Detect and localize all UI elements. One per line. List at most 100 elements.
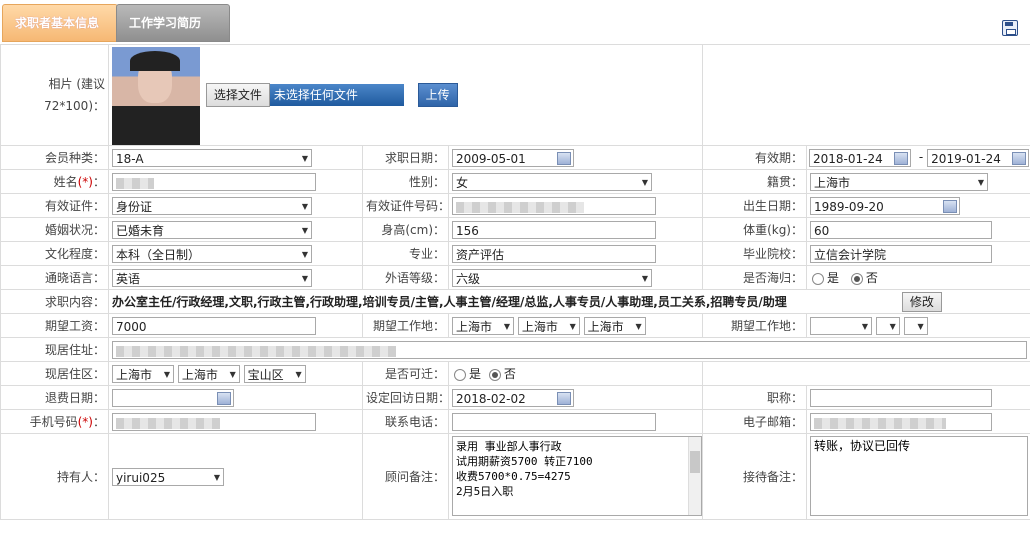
- weight-input[interactable]: 60: [810, 220, 992, 239]
- expected-location2-label: 期望工作地：: [702, 313, 807, 338]
- scrollbar-thumb[interactable]: [690, 451, 700, 473]
- gender-label: 性别：: [362, 169, 449, 194]
- photo-label: 相片 (建议: [48, 77, 106, 91]
- member-type-select[interactable]: 18-A: [112, 148, 312, 167]
- applicant-photo: [112, 47, 200, 145]
- phone-label: 联系电话：: [362, 409, 449, 434]
- id-number-input[interactable]: [452, 196, 656, 215]
- district-empty-cell: [702, 361, 1030, 386]
- photo-label-size: 72*100)：: [44, 99, 105, 113]
- calendar-icon[interactable]: [943, 199, 957, 213]
- major-input[interactable]: 资产评估: [452, 244, 656, 263]
- redacted-text: [116, 177, 154, 189]
- expected-location-select-2[interactable]: 上海市: [517, 316, 580, 335]
- redacted-text: [116, 345, 396, 357]
- returnee-no-label: 否: [865, 271, 878, 285]
- expected-salary-input[interactable]: 7000: [112, 316, 316, 335]
- expected-location2-select-3[interactable]: [903, 316, 928, 335]
- expected-location-select-1[interactable]: 上海市: [452, 316, 514, 335]
- height-input[interactable]: 156: [452, 220, 656, 239]
- edit-job-content-button[interactable]: 修改: [901, 291, 942, 312]
- gender-select[interactable]: 女: [452, 172, 652, 191]
- education-select[interactable]: 本科（全日制）: [112, 244, 312, 263]
- name-input[interactable]: [112, 172, 316, 191]
- marital-label: 婚姻状况：: [0, 217, 109, 242]
- calendar-icon[interactable]: [557, 391, 571, 405]
- relocate-yes-label: 是: [469, 367, 482, 381]
- valid-to-input[interactable]: 2019-01-24: [927, 148, 1030, 167]
- calendar-icon[interactable]: [1012, 151, 1027, 165]
- save-icon[interactable]: [1002, 20, 1018, 36]
- scrollbar[interactable]: [688, 437, 701, 515]
- origin-label: 籍贯：: [702, 169, 807, 194]
- birth-date-input[interactable]: 1989-09-20: [810, 196, 960, 215]
- member-type-label: 会员种类：: [0, 145, 109, 170]
- refund-date-input[interactable]: [112, 388, 234, 407]
- calendar-icon[interactable]: [894, 151, 908, 165]
- tab-resume[interactable]: 工作学习简历: [116, 4, 230, 42]
- major-label: 专业：: [362, 241, 449, 266]
- upload-button[interactable]: 上传: [417, 83, 458, 107]
- weight-label: 体重(kg)：: [702, 217, 807, 242]
- returnee-no-radio[interactable]: [850, 272, 863, 285]
- expected-location2-select-2[interactable]: [875, 316, 900, 335]
- returnee-label: 是否海归：: [702, 265, 807, 290]
- apply-date-label: 求职日期：: [362, 145, 449, 170]
- returnee-yes-radio[interactable]: [812, 272, 824, 285]
- foreign-level-label: 外语等级：: [362, 265, 449, 290]
- district-select-1[interactable]: 上海市: [112, 364, 174, 383]
- consultant-note-textarea[interactable]: 录用 事业部人事行政 试用期薪资5700 转正7100 收费5700*0.75=…: [452, 436, 702, 516]
- mobile-label: 手机号码(*)：: [0, 409, 109, 434]
- email-label: 电子邮箱：: [702, 409, 807, 434]
- school-label: 毕业院校：: [702, 241, 807, 266]
- redacted-text: [116, 417, 220, 429]
- expected-salary-label: 期望工资：: [0, 313, 109, 338]
- reception-note-textarea[interactable]: 转账，协议已回传: [810, 436, 1028, 516]
- valid-period-separator: -: [918, 150, 924, 164]
- photo-empty-cell: [702, 44, 1030, 146]
- relocate-no-label: 否: [503, 367, 516, 381]
- tab-basic-info[interactable]: 求职者基本信息: [2, 4, 118, 42]
- job-content-label: 求职内容：: [0, 289, 109, 314]
- district-select-2[interactable]: 上海市: [177, 364, 240, 383]
- school-input[interactable]: 立信会计学院: [810, 244, 992, 263]
- birth-label: 出生日期：: [702, 193, 807, 218]
- relocate-label: 是否可迁：: [362, 361, 449, 386]
- job-content-value: 办公室主任/行政经理,文职,行政主管,行政助理,培训专员/主管,人事主管/经理/…: [112, 295, 787, 309]
- address-label: 现居住址：: [0, 337, 109, 362]
- origin-select[interactable]: 上海市: [810, 172, 988, 191]
- district-label: 现居住区：: [0, 361, 109, 386]
- callback-date-input[interactable]: 2018-02-02: [452, 388, 574, 407]
- mobile-input[interactable]: [112, 412, 316, 431]
- marital-select[interactable]: 已婚未育: [112, 220, 312, 239]
- required-mark: (*): [77, 175, 93, 189]
- email-input[interactable]: [810, 412, 992, 431]
- relocate-yes-radio[interactable]: [454, 368, 466, 381]
- title-input[interactable]: [810, 388, 992, 407]
- id-type-select[interactable]: 身份证: [112, 196, 312, 215]
- choose-file-button[interactable]: 选择文件: [205, 83, 270, 107]
- photo-label-cell: 相片 (建议 72*100)：: [0, 44, 109, 146]
- redacted-text: [814, 417, 946, 429]
- address-input[interactable]: [112, 340, 1027, 359]
- file-name-display: 未选择任何文件: [269, 84, 404, 106]
- expected-location2-select-1[interactable]: [810, 316, 872, 335]
- calendar-icon[interactable]: [217, 391, 231, 405]
- refund-date-label: 退费日期：: [0, 385, 109, 410]
- photo-cell: 选择文件 未选择任何文件 上传: [108, 44, 703, 146]
- expected-location-label: 期望工作地：: [362, 313, 449, 338]
- expected-location-select-3[interactable]: 上海市: [583, 316, 646, 335]
- owner-select[interactable]: yirui025: [112, 467, 224, 486]
- language-select[interactable]: 英语: [112, 268, 312, 287]
- height-label: 身高(cm)：: [362, 217, 449, 242]
- id-type-label: 有效证件：: [0, 193, 109, 218]
- education-label: 文化程度：: [0, 241, 109, 266]
- calendar-icon[interactable]: [557, 151, 571, 165]
- phone-input[interactable]: [452, 412, 656, 431]
- owner-label: 持有人：: [0, 433, 109, 520]
- district-select-3[interactable]: 宝山区: [243, 364, 306, 383]
- apply-date-input[interactable]: 2009-05-01: [452, 148, 574, 167]
- valid-from-input[interactable]: 2018-01-24: [809, 148, 911, 167]
- foreign-level-select[interactable]: 六级: [452, 268, 652, 287]
- relocate-no-radio[interactable]: [488, 368, 501, 381]
